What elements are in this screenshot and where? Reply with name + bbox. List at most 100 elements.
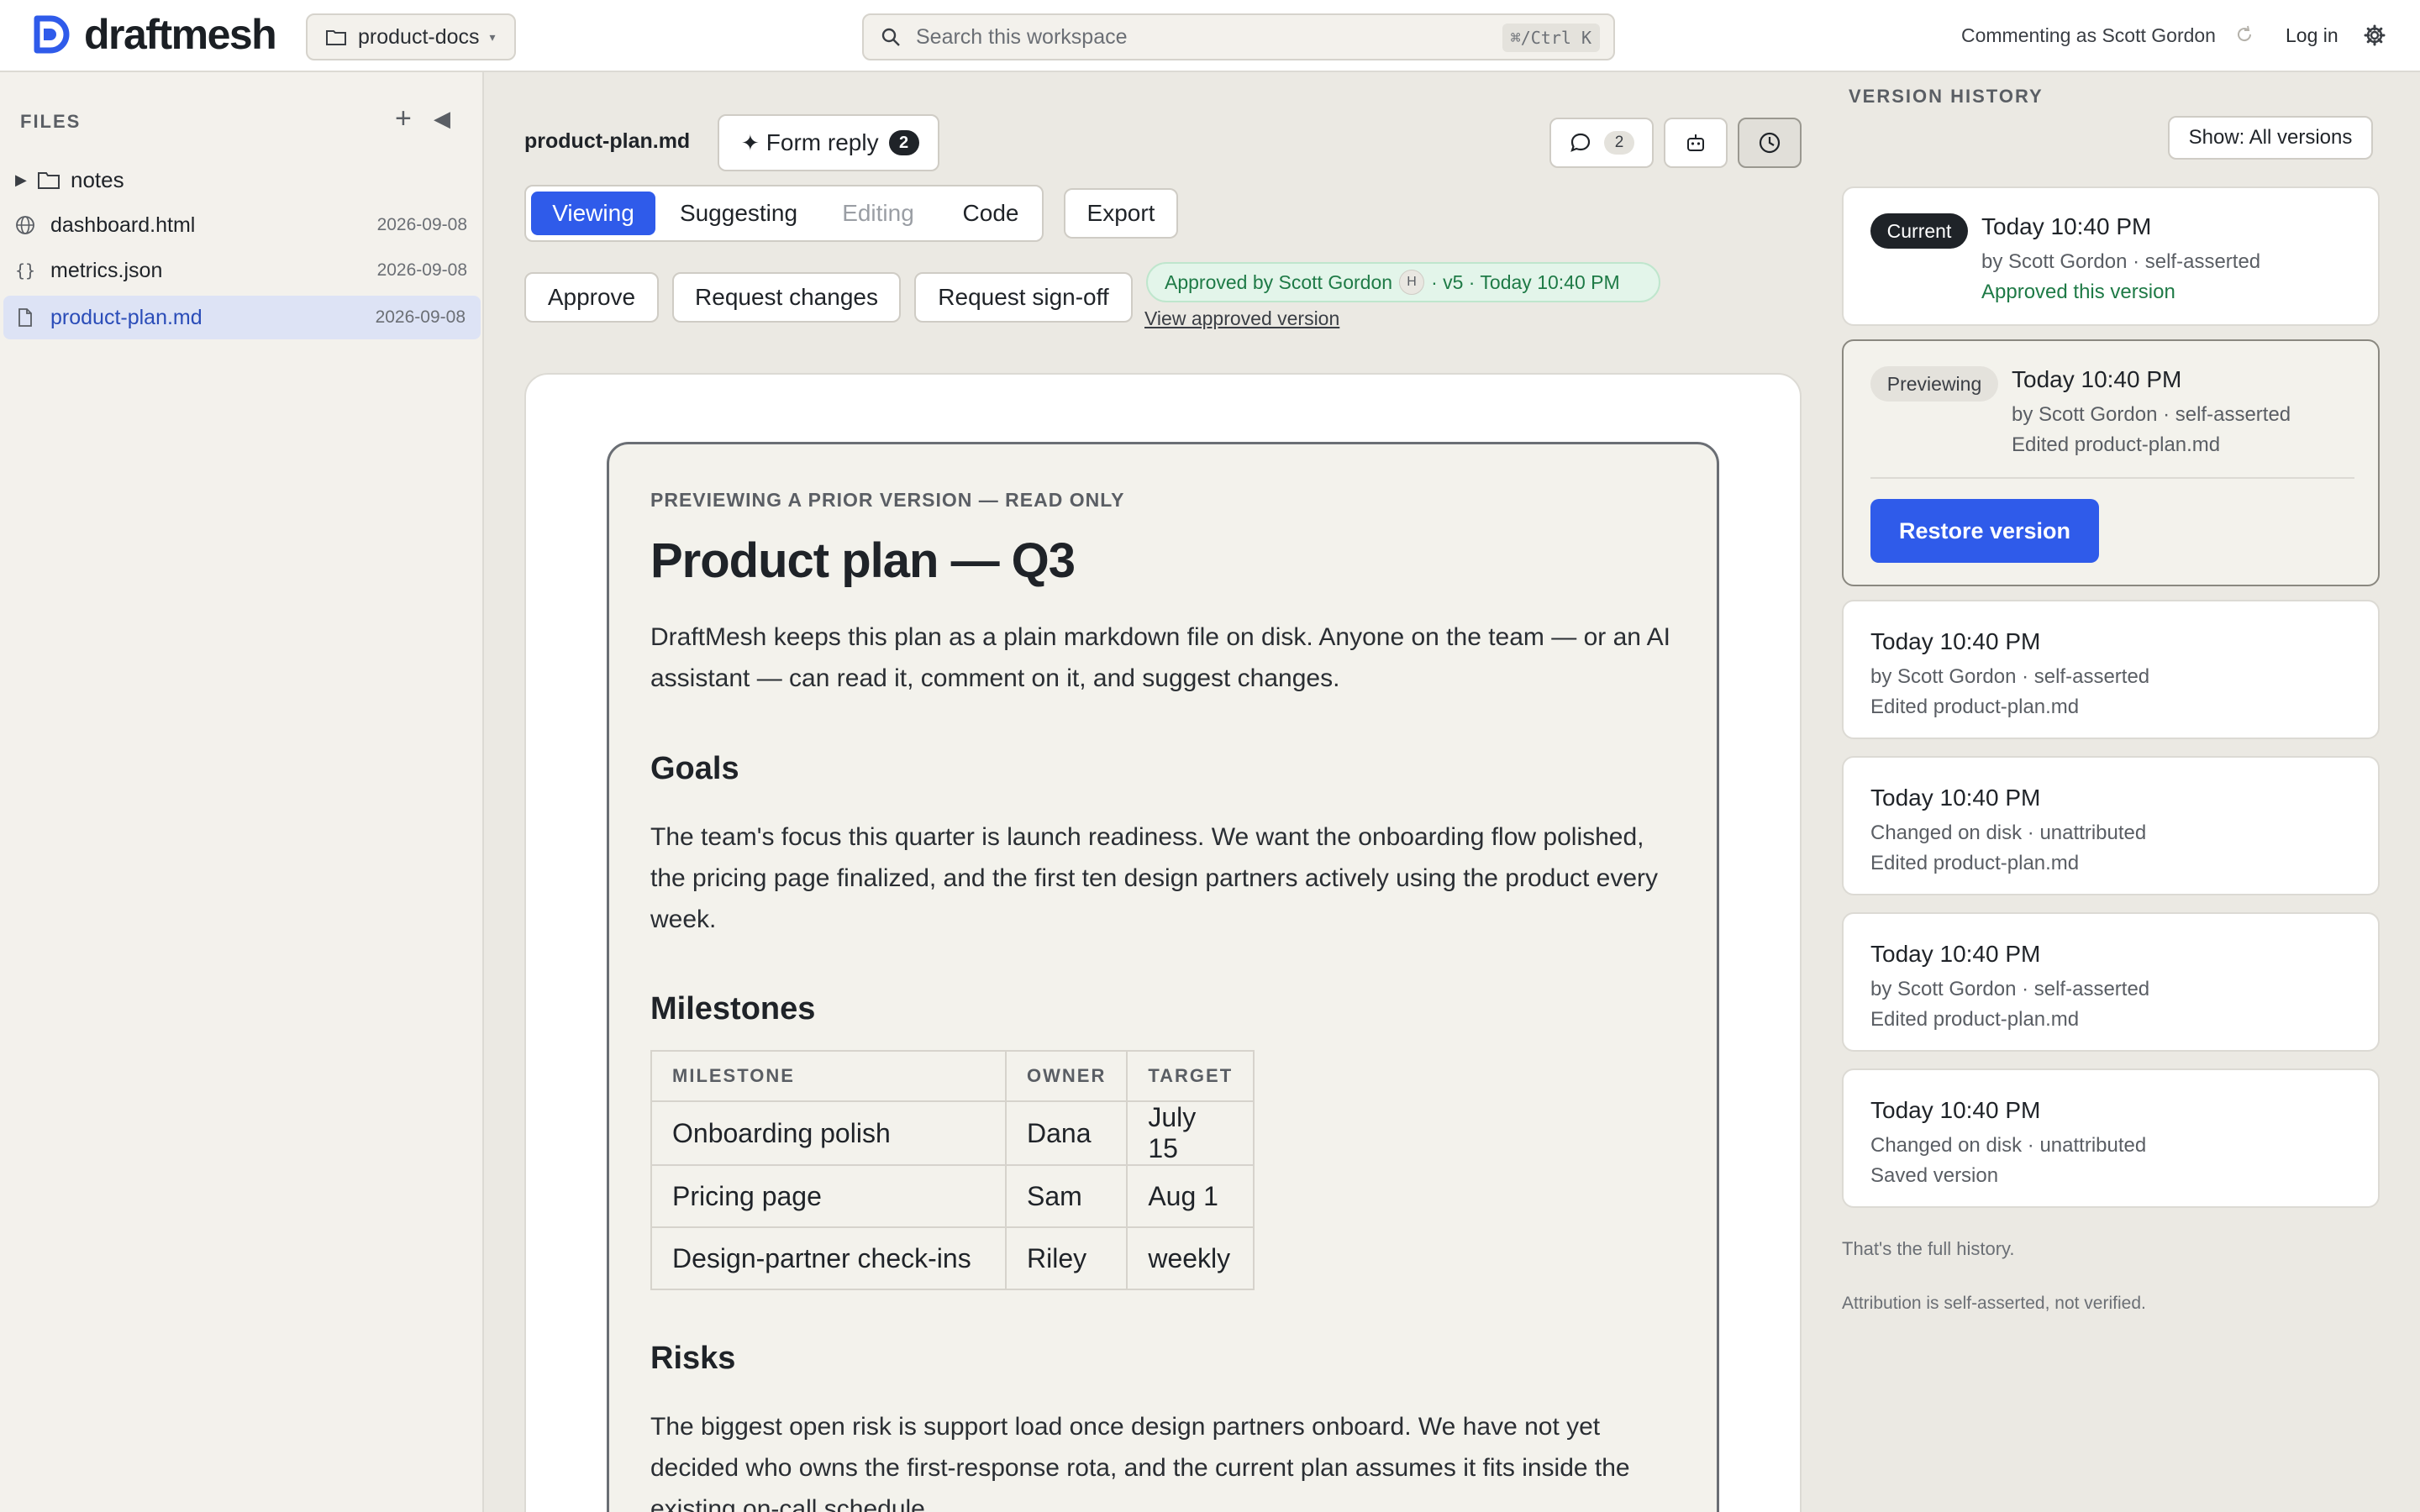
- clock-icon: [1759, 132, 1781, 154]
- add-file-icon[interactable]: +: [395, 104, 412, 133]
- version-note: Edited product-plan.md: [1870, 852, 2080, 874]
- version-card[interactable]: Today 10:40 PM Changed on disk · unattri…: [1842, 1068, 2380, 1208]
- search-icon: [881, 28, 900, 46]
- tab-suggesting[interactable]: Suggesting: [669, 192, 808, 235]
- version-card-previewing[interactable]: Previewing Today 10:40 PM by Scott Gordo…: [1842, 339, 2380, 586]
- version-card[interactable]: Today 10:40 PM by Scott Gordon · self-as…: [1842, 600, 2380, 739]
- approved-meta: · v5 · Today 10:40 PM: [1431, 270, 1620, 293]
- risks-heading: Risks: [650, 1341, 736, 1376]
- restore-version-button[interactable]: Restore version: [1870, 499, 2099, 563]
- table-cell: Onboarding polish: [650, 1100, 1007, 1166]
- sidebar-item-notes[interactable]: ▶ notes: [0, 158, 482, 202]
- workspace-selector[interactable]: product-docs ▾: [306, 13, 516, 60]
- export-button[interactable]: Export: [1064, 188, 1178, 239]
- version-time: Today 10:40 PM: [2012, 366, 2182, 392]
- approval-status-badge: Approved by Scott Gordon H · v5 · Today …: [1146, 262, 1660, 302]
- column-header: MILESTONE: [650, 1050, 1007, 1102]
- version-history-heading: VERSION HISTORY: [1849, 86, 2044, 107]
- table-cell: Aug 1: [1126, 1164, 1255, 1228]
- table-row: Onboarding polish Dana July 15: [650, 1100, 1255, 1166]
- file-date: 2026-09-08: [376, 215, 467, 234]
- form-reply-button[interactable]: ✦ Form reply 2: [718, 114, 939, 171]
- table-row: Pricing page Sam Aug 1: [650, 1164, 1255, 1228]
- draftmesh-logo-icon: [34, 15, 70, 54]
- assistant-button[interactable]: [1664, 118, 1728, 168]
- version-history-button[interactable]: [1738, 118, 1802, 168]
- avatar: H: [1399, 270, 1425, 295]
- form-reply-count: 2: [888, 130, 919, 155]
- refresh-icon[interactable]: [2235, 25, 2254, 44]
- caret-down-icon: ▾: [489, 29, 496, 44]
- tab-code[interactable]: Code: [944, 192, 1037, 235]
- attribution-note: Attribution is self-asserted, not verifi…: [1842, 1294, 2146, 1313]
- version-author: by Scott Gordon · self-asserted: [1870, 665, 2150, 688]
- version-time: Today 10:40 PM: [1870, 1097, 2041, 1123]
- goals-paragraph: The team's focus this quarter is launch …: [650, 823, 1659, 933]
- version-card[interactable]: Today 10:40 PM Changed on disk · unattri…: [1842, 756, 2380, 895]
- full-history-note: That's the full history.: [1842, 1238, 2015, 1259]
- table-cell: Pricing page: [650, 1164, 1007, 1228]
- commenting-as: Commenting as Scott Gordon: [1961, 24, 2216, 46]
- gear-icon[interactable]: [2363, 24, 2386, 47]
- table-cell: July 15: [1126, 1100, 1255, 1166]
- sidebar-item-label: metrics.json: [50, 258, 163, 282]
- document-title: Product plan — Q3: [650, 533, 1076, 588]
- top-bar: draftmesh product-docs ▾ Search this wor…: [0, 0, 2420, 72]
- login-link[interactable]: Log in: [2286, 24, 2338, 47]
- risks-paragraph: The biggest open risk is support load on…: [650, 1413, 1630, 1512]
- globe-icon: [16, 216, 34, 234]
- braces-icon: {}: [15, 260, 36, 281]
- table-cell: Dana: [1004, 1100, 1128, 1166]
- folder-icon: [38, 172, 60, 189]
- version-time: Today 10:40 PM: [1870, 785, 2041, 811]
- preview-frame: [607, 442, 1719, 1512]
- tab-viewing[interactable]: Viewing: [531, 192, 655, 235]
- view-approved-version-link[interactable]: View approved version: [1144, 307, 1339, 330]
- collapse-sidebar-icon[interactable]: ◀: [434, 108, 450, 129]
- version-author: by Scott Gordon · self-asserted: [1981, 250, 2261, 273]
- table-header-row: MILESTONE OWNER TARGET: [650, 1050, 1255, 1102]
- mode-switcher: Viewing Suggesting Editing Code: [524, 185, 1044, 242]
- version-card-current[interactable]: Current Today 10:40 PM by Scott Gordon ·…: [1842, 186, 2380, 326]
- robot-icon: [1687, 134, 1704, 151]
- request-changes-button[interactable]: Request changes: [672, 272, 901, 323]
- current-badge: Current: [1870, 213, 1968, 249]
- table-cell: Design-partner check-ins: [650, 1226, 1007, 1290]
- column-header: OWNER: [1004, 1050, 1128, 1102]
- file-date: 2026-09-08: [375, 307, 466, 327]
- table-cell: Sam: [1004, 1164, 1128, 1228]
- search-shortcut: ⌘/Ctrl K: [1502, 24, 1600, 52]
- version-filter-dropdown[interactable]: Show: All versions: [2168, 116, 2373, 160]
- logo-text: draftmesh: [84, 11, 277, 58]
- approved-by-text: Approved by Scott Gordon: [1165, 270, 1393, 293]
- sidebar-item-label: dashboard.html: [50, 213, 196, 237]
- version-time: Today 10:40 PM: [1870, 941, 2041, 967]
- sidebar-item-product-plan[interactable]: product-plan.md 2026-09-08: [3, 296, 481, 339]
- milestones-heading: Milestones: [650, 991, 816, 1026]
- intro-paragraph: DraftMesh keeps this plan as a plain mar…: [650, 623, 1670, 692]
- sidebar-item-dashboard[interactable]: dashboard.html 2026-09-08: [0, 203, 482, 247]
- version-card[interactable]: Today 10:40 PM by Scott Gordon · self-as…: [1842, 912, 2380, 1052]
- divider: [1870, 477, 2354, 479]
- approve-button[interactable]: Approve: [524, 272, 659, 323]
- request-signoff-button[interactable]: Request sign-off: [914, 272, 1133, 323]
- expand-arrow-icon[interactable]: ▶: [15, 171, 27, 189]
- version-author: by Scott Gordon · self-asserted: [2012, 403, 2291, 426]
- comments-button[interactable]: 2: [1549, 118, 1654, 168]
- previewing-badge: Previewing: [1870, 366, 1998, 402]
- version-author: Changed on disk · unattributed: [1870, 822, 2147, 844]
- search-input[interactable]: Search this workspace ⌘/Ctrl K: [862, 13, 1615, 60]
- version-author: Changed on disk · unattributed: [1870, 1134, 2147, 1157]
- version-note: Edited product-plan.md: [2012, 433, 2221, 456]
- version-author: by Scott Gordon · self-asserted: [1870, 978, 2150, 1000]
- milestones-table: MILESTONE OWNER TARGET Onboarding polish…: [650, 1050, 1255, 1290]
- sidebar-item-label: product-plan.md: [50, 305, 203, 329]
- form-reply-label: Form reply: [765, 129, 879, 155]
- logo[interactable]: draftmesh: [30, 11, 277, 58]
- sidebar-item-metrics[interactable]: {} metrics.json 2026-09-08: [0, 249, 482, 292]
- tab-editing[interactable]: Editing: [823, 192, 933, 235]
- file-date: 2026-09-08: [376, 260, 467, 280]
- version-note: Approved this version: [1981, 281, 2175, 303]
- table-cell: weekly: [1126, 1226, 1255, 1290]
- version-note: Saved version: [1870, 1164, 1999, 1187]
